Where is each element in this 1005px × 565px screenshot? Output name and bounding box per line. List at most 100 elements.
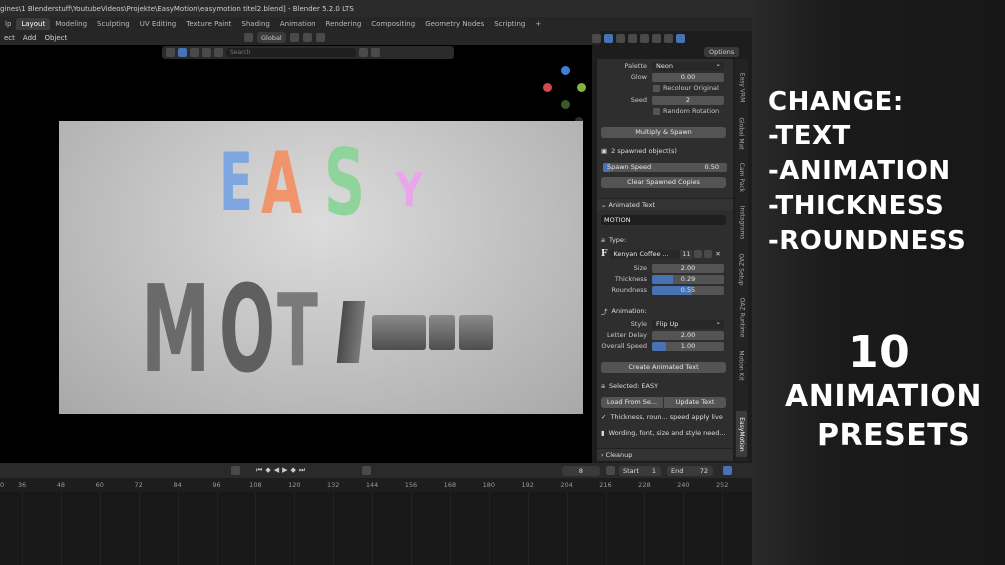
jump-end-icon[interactable]: ⏭ — [299, 466, 305, 475]
current-frame-field[interactable]: 8 — [562, 466, 600, 476]
render-letter: O — [219, 261, 276, 400]
timeline-gridline — [527, 492, 529, 565]
recolour-checkbox[interactable]: Recolour Original — [653, 84, 719, 92]
timeline-ruler[interactable]: 0 36 48 60 72 84 96 108 120 132 144 156 168 180 192 20… — [0, 478, 752, 492]
overall-speed-slider[interactable]: 1.00 — [652, 341, 724, 351]
sidebar-tab[interactable]: Instagrams — [736, 199, 747, 245]
menu-add[interactable]: Add — [19, 34, 41, 42]
roundness-slider[interactable]: 0.55 — [652, 285, 724, 295]
timeline-area[interactable] — [0, 492, 752, 565]
next-keyframe-icon[interactable]: ◆ — [290, 466, 295, 475]
gizmo-x-axis[interactable] — [543, 83, 552, 92]
gizmo-toggle-icon[interactable] — [604, 33, 613, 43]
update-text-button[interactable]: Update Text — [664, 397, 726, 408]
sidebar-tab[interactable]: Easy VRM — [736, 67, 747, 107]
sidebar-tab[interactable]: Global Mat — [736, 111, 747, 155]
cleanup-panel-header[interactable]: › Cleanup — [597, 448, 733, 460]
visibility-icon[interactable] — [592, 33, 601, 43]
play-icon[interactable]: ▶ — [282, 466, 287, 475]
thickness-slider[interactable]: 0.29 — [652, 274, 724, 284]
tab-shading[interactable]: Shading — [236, 18, 274, 30]
xray-icon[interactable] — [628, 33, 637, 43]
play-reverse-icon[interactable]: ◀ — [274, 466, 279, 475]
tab-scripting[interactable]: Scripting — [489, 18, 530, 30]
record-icon[interactable] — [231, 466, 240, 475]
sidebar-tab[interactable]: OAZ Setup — [736, 249, 747, 289]
spawned-info: ▣ 2 spawned object(s) — [601, 147, 677, 155]
tab-help[interactable]: lp — [0, 18, 16, 30]
options-dropdown[interactable]: Options — [704, 47, 740, 57]
create-animated-text-button[interactable]: Create Animated Text — [601, 362, 726, 373]
select-icon[interactable] — [178, 48, 187, 57]
ruler-tick-label: 252 — [715, 481, 729, 489]
random-rotation-checkbox[interactable]: Random Rotation — [653, 107, 719, 115]
timeline-gridline — [294, 492, 296, 565]
jump-start-icon[interactable]: ⏮ — [256, 466, 262, 475]
size-field[interactable]: 2.00 — [652, 263, 724, 273]
overlay-toggle-icon[interactable] — [616, 33, 625, 43]
seed-field[interactable]: 2 — [652, 95, 724, 105]
clear-spawned-button[interactable]: Clear Spawned Copies — [601, 177, 726, 188]
proportional-edit-icon[interactable] — [315, 33, 325, 42]
render-letter: M — [141, 261, 211, 400]
tab-uv-editing[interactable]: UV Editing — [135, 18, 182, 30]
wireframe-shading-icon[interactable] — [640, 33, 649, 43]
style-dropdown[interactable]: Flip Up — [652, 318, 724, 329]
rendered-shading-icon[interactable] — [676, 33, 685, 43]
tab-geometry-nodes[interactable]: Geometry Nodes — [420, 18, 489, 30]
tab-animation[interactable]: Animation — [275, 18, 321, 30]
snap-icon[interactable] — [302, 33, 312, 42]
sidebar-tab-easymotion[interactable]: EasyMotion — [736, 411, 747, 457]
tab-layout[interactable]: Layout — [16, 18, 51, 30]
gizmo-z-axis[interactable] — [561, 66, 570, 75]
start-frame-field[interactable]: Start 1 — [619, 466, 661, 476]
frame-sync-icon[interactable] — [723, 466, 732, 475]
animated-text-title: Animated Text — [608, 200, 656, 209]
bookmark-icon[interactable] — [359, 48, 368, 57]
pivot-icon[interactable] — [289, 33, 299, 42]
sidebar-tab[interactable]: OAZ Runtime — [736, 293, 747, 341]
end-frame-field[interactable]: End 72 — [667, 466, 713, 476]
folder-icon[interactable] — [704, 250, 713, 258]
camera-icon[interactable] — [214, 48, 223, 57]
menu-object[interactable]: Object — [40, 34, 71, 42]
font-selector[interactable]: Kenyan Coffee ... — [610, 249, 681, 259]
font-users-count[interactable]: 11 — [680, 249, 693, 259]
tab-sculpting[interactable]: Sculpting — [92, 18, 135, 30]
viewport-search-input[interactable]: Search — [226, 48, 356, 57]
funnel-icon[interactable] — [371, 48, 380, 57]
tab-compositing[interactable]: Compositing — [366, 18, 420, 30]
prev-keyframe-icon[interactable]: ◆ — [265, 466, 270, 475]
keying-icon[interactable] — [362, 466, 371, 475]
glow-field[interactable]: 0.00 — [652, 72, 724, 82]
clock-icon — [606, 466, 615, 475]
gizmo-y-axis[interactable] — [577, 83, 586, 92]
fake-user-icon[interactable] — [694, 250, 703, 258]
load-from-selected-button[interactable]: Load From Se... — [601, 397, 663, 408]
ruler-tick-label: 96 — [212, 481, 221, 489]
menu-select[interactable]: ect — [0, 34, 19, 42]
material-shading-icon[interactable] — [664, 33, 673, 43]
tab-label: Global Mat — [738, 116, 746, 150]
random-rotation-label: Random Rotation — [663, 107, 720, 115]
close-icon[interactable]: ✕ — [715, 250, 720, 258]
tab-texture-paint[interactable]: Texture Paint — [181, 18, 236, 30]
solid-shading-icon[interactable] — [652, 33, 661, 43]
text-input[interactable]: MOTION — [601, 215, 726, 225]
letter-delay-field[interactable]: 2.00 — [652, 330, 724, 340]
multiply-spawn-button[interactable]: Multiply & Spawn — [601, 127, 726, 138]
tab-modeling[interactable]: Modeling — [50, 18, 92, 30]
sidebar-tab[interactable]: Motion Kit — [736, 345, 747, 385]
info-icon: ▮ — [601, 429, 605, 437]
light-icon[interactable] — [202, 48, 211, 57]
tab-rendering[interactable]: Rendering — [321, 18, 367, 30]
spawn-speed-slider[interactable]: Spawn Speed 0.50 — [603, 162, 727, 172]
gizmo-neg-y-axis[interactable] — [561, 100, 570, 109]
transform-orientation-dropdown[interactable]: Global — [257, 32, 286, 43]
add-workspace-button[interactable]: + — [530, 18, 546, 30]
animated-text-panel-header[interactable]: ⌄ Animated Text — [597, 198, 733, 210]
mesh-icon[interactable] — [190, 48, 199, 57]
palette-dropdown[interactable]: Neon — [652, 60, 724, 71]
sidebar-tab[interactable]: Cam Pack — [736, 159, 747, 195]
filter-icon[interactable] — [166, 48, 175, 57]
